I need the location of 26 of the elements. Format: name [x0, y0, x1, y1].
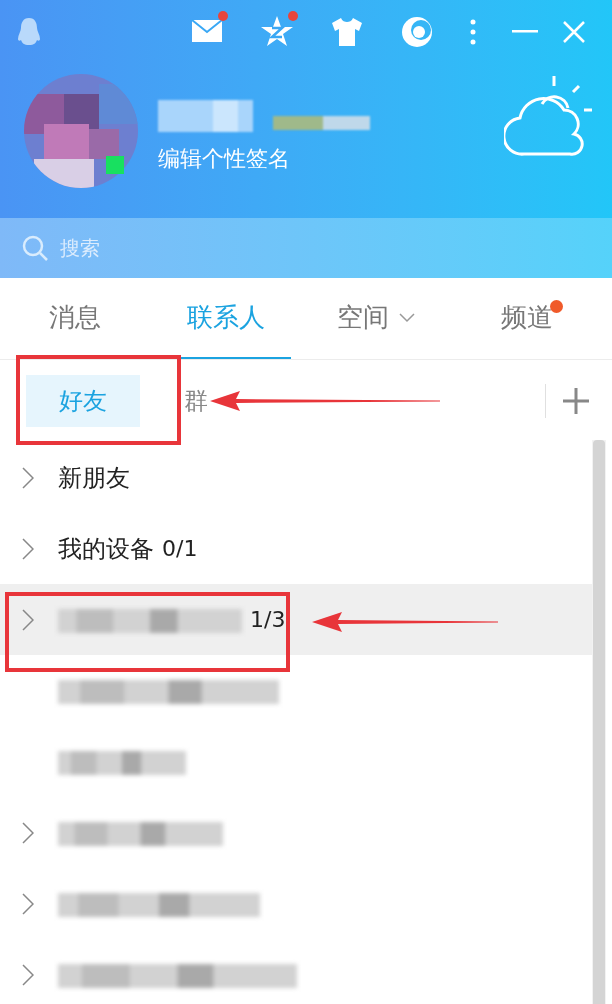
tab[interactable]: 消息: [39, 278, 112, 359]
signature-text[interactable]: 编辑个性签名: [158, 142, 370, 175]
tab[interactable]: 频道: [490, 278, 563, 359]
group-name: 我的设备: [58, 533, 154, 565]
contact-group-row[interactable]: 新朋友: [0, 442, 592, 513]
contact-group-row[interactable]: 1/3: [0, 584, 592, 655]
group-name: 新朋友: [58, 462, 130, 494]
search-input[interactable]: 搜索: [60, 233, 360, 263]
tab[interactable]: 空间: [327, 278, 426, 359]
close-icon[interactable]: [562, 20, 586, 44]
moon-icon[interactable]: [400, 15, 434, 49]
add-icon[interactable]: [562, 387, 590, 415]
online-count: 0/1: [162, 535, 198, 563]
scrollbar[interactable]: [592, 440, 606, 1004]
shirt-icon[interactable]: [330, 15, 364, 49]
online-count: 1/3: [250, 606, 286, 634]
minimize-icon[interactable]: [512, 30, 538, 34]
search-icon: [22, 235, 48, 261]
star-icon[interactable]: [260, 15, 294, 49]
contact-group-row[interactable]: 我的设备 0/1: [0, 513, 592, 584]
subtab[interactable]: 好友: [26, 375, 140, 427]
subtab[interactable]: 群: [148, 375, 212, 427]
penguin-icon[interactable]: [16, 17, 42, 47]
more-icon[interactable]: [470, 19, 476, 45]
tab[interactable]: 联系人: [160, 278, 291, 359]
search-field[interactable]: 搜索: [0, 218, 612, 278]
